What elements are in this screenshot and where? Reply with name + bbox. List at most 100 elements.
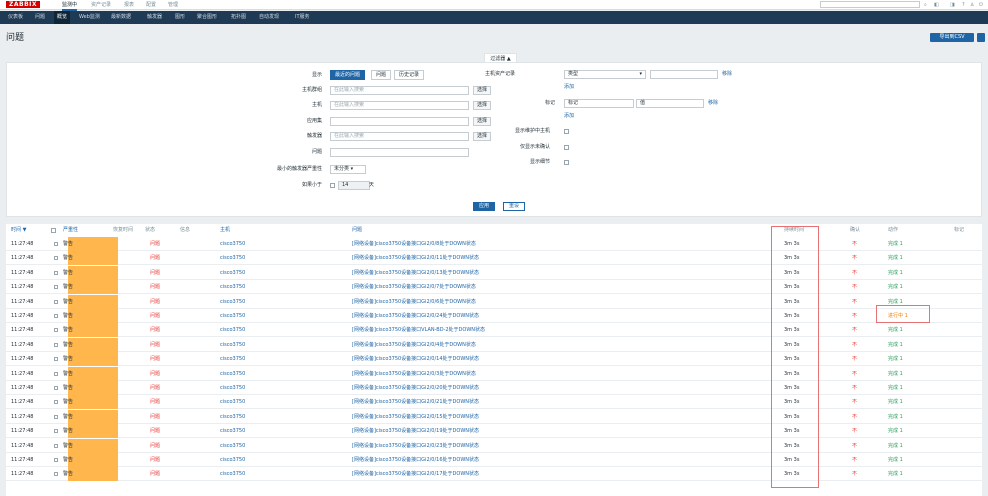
time-cell[interactable]: 11:27:48 [11,323,33,337]
subnav-maps[interactable]: 拓扑图 [228,11,249,24]
host-link[interactable]: cisco3750 [220,280,245,294]
header-problem[interactable]: 问题 [352,226,362,234]
action-link[interactable]: 完成 1 [888,338,903,352]
ack-link[interactable]: 不 [852,395,857,409]
row-checkbox[interactable] [54,242,58,246]
time-cell[interactable]: 11:27:48 [11,280,33,294]
topnav-inventory[interactable]: 资产记录 [91,1,111,9]
row-checkbox[interactable] [54,314,58,318]
action-link[interactable]: 完成 1 [888,439,903,453]
ack-link[interactable]: 不 [852,309,857,323]
ack-link[interactable]: 不 [852,352,857,366]
topnav-reports[interactable]: 报表 [124,1,134,9]
host-link[interactable]: cisco3750 [220,237,245,251]
time-cell[interactable]: 11:27:48 [11,295,33,309]
subnav-overview[interactable]: 概览 [54,11,71,24]
time-cell[interactable]: 11:27:48 [11,237,33,251]
time-cell[interactable]: 11:27:48 [11,251,33,265]
zabbix-logo[interactable]: ZABBIX [6,1,40,8]
problem-link[interactable]: [网络设备]cisco3750设备接口Gi2/0/20处于DOWN状态 [352,381,479,395]
action-link[interactable]: 完成 1 [888,453,903,467]
action-link[interactable]: 完成 1 [888,266,903,280]
time-cell[interactable]: 11:27:48 [11,352,33,366]
problem-link[interactable]: [网络设备]cisco3750设备接口Gi2/0/3处于DOWN状态 [352,367,476,381]
hosts-select-button[interactable]: 选择 [473,101,492,110]
problem-link[interactable]: [网络设备]cisco3750设备接口Gi2/0/6处于DOWN状态 [352,295,476,309]
apply-button[interactable]: 应用 [473,202,495,211]
problem-link[interactable]: [网络设备]cisco3750设备接口Gi2/0/17处于DOWN状态 [352,467,479,481]
action-link[interactable]: 完成 1 [888,251,903,265]
host-link[interactable]: cisco3750 [220,381,245,395]
row-checkbox[interactable] [54,342,58,347]
header-time[interactable]: 时间 ▼ [11,226,26,234]
export-csv-button[interactable]: 导出到CSV [930,33,974,42]
topnav-administration[interactable]: 管理 [168,1,178,9]
action-link[interactable]: 完成 1 [888,367,903,381]
ack-link[interactable]: 不 [852,467,857,481]
logout-icon[interactable]: ⏻ [979,1,983,9]
show-problems[interactable]: 问题 [371,70,392,80]
time-cell[interactable]: 11:27:48 [11,410,33,424]
ack-link[interactable]: 不 [852,367,857,381]
subnav-graphs[interactable]: 图形 [172,11,188,24]
action-link[interactable]: 完成 1 [888,395,903,409]
host-link[interactable]: cisco3750 [220,309,245,323]
row-checkbox[interactable] [54,256,58,261]
host-link[interactable]: cisco3750 [220,395,245,409]
inventory-field-select[interactable]: 类型 ▾ [564,70,646,79]
host-link[interactable]: cisco3750 [220,352,245,366]
time-cell[interactable]: 11:27:48 [11,424,33,438]
row-checkbox[interactable] [54,328,58,333]
time-cell[interactable]: 11:27:48 [11,467,33,481]
problem-input[interactable] [330,148,469,157]
row-checkbox[interactable] [54,357,58,362]
ack-link[interactable]: 不 [852,251,857,265]
row-checkbox[interactable] [54,371,58,376]
problem-link[interactable]: [网络设备]cisco3750设备接口VLAN-BD-2处于DOWN状态 [352,323,485,337]
tag-remove-link[interactable]: 移除 [708,99,718,108]
row-checkbox[interactable] [54,386,58,390]
problem-link[interactable]: [网络设备]cisco3750设备接口Gi2/0/13处于DOWN状态 [352,266,479,280]
host-link[interactable]: cisco3750 [220,467,245,481]
problem-link[interactable]: [网络设备]cisco3750设备接口Gi2/0/7处于DOWN状态 [352,280,476,294]
problem-link[interactable]: [网络设备]cisco3750设备接口Gi2/0/23处于DOWN状态 [352,439,479,453]
host-link[interactable]: cisco3750 [220,439,245,453]
reset-button[interactable]: 重设 [503,202,525,211]
inventory-value-input[interactable] [650,70,718,79]
problem-link[interactable]: [网络设备]cisco3750设备接口Gi2/0/16处于DOWN状态 [352,453,479,467]
subnav-problems[interactable]: 问题 [32,11,48,24]
show-recent-problems[interactable]: 最近的问题 [330,70,366,80]
subnav-triggers[interactable]: 触发器 [144,11,165,24]
subnav-web[interactable]: Web监测 [76,11,103,24]
host-groups-select-button[interactable]: 选择 [473,86,492,95]
search-icon[interactable]: ⌕ [924,1,927,9]
row-checkbox[interactable] [54,299,58,304]
ack-link[interactable]: 不 [852,280,857,294]
subnav-screens[interactable]: 聚合图形 [194,11,220,24]
min-severity-select[interactable]: 未分类 ▾ [330,165,366,174]
time-cell[interactable]: 11:27:48 [11,439,33,453]
row-checkbox[interactable] [54,270,58,275]
host-groups-input[interactable]: 在此输入搜索 [330,86,469,95]
action-link[interactable]: 完成 1 [888,323,903,337]
host-link[interactable]: cisco3750 [220,323,245,337]
ack-link[interactable]: 不 [852,410,857,424]
host-link[interactable]: cisco3750 [220,266,245,280]
problem-link[interactable]: [网络设备]cisco3750设备接口Gi2/0/15处于DOWN状态 [352,410,479,424]
host-link[interactable]: cisco3750 [220,367,245,381]
show-maintenance-checkbox[interactable] [564,129,569,134]
problem-link[interactable]: [网络设备]cisco3750设备接口Gi2/0/8处于DOWN状态 [352,237,476,251]
ack-link[interactable]: 不 [852,381,857,395]
host-link[interactable]: cisco3750 [220,424,245,438]
host-link[interactable]: cisco3750 [220,410,245,424]
action-link[interactable]: 完成 1 [888,467,903,481]
time-cell[interactable]: 11:27:48 [11,453,33,467]
hosts-input[interactable]: 在此输入搜索 [330,101,469,110]
problem-link[interactable]: [网络设备]cisco3750设备接口Gi2/0/14处于DOWN状态 [352,352,479,366]
tag-add-link[interactable]: 添加 [564,112,574,121]
application-input[interactable] [330,117,469,126]
topnav-configuration[interactable]: 配置 [146,1,156,9]
ack-link[interactable]: 不 [852,237,857,251]
host-link[interactable]: cisco3750 [220,338,245,352]
subnav-latest-data[interactable]: 最新数据 [108,11,134,24]
